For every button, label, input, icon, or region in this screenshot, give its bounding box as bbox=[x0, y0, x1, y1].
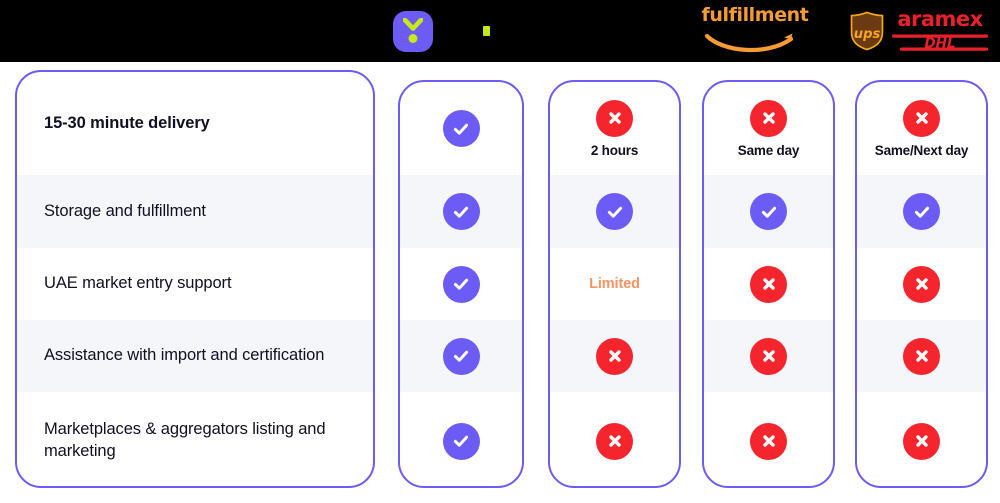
feature-label: UAE market entry support bbox=[44, 274, 232, 293]
value-cell bbox=[400, 175, 522, 248]
value-cell bbox=[857, 248, 986, 320]
cross-icon bbox=[903, 422, 940, 460]
amazon-fulfillment-logo: fulfillment bbox=[690, 0, 820, 62]
check-icon bbox=[442, 110, 480, 147]
value-cell bbox=[857, 392, 986, 486]
cross-icon bbox=[750, 99, 787, 137]
svg-text:DHL: DHL bbox=[924, 35, 955, 51]
carriers-column: Same/Next day bbox=[855, 80, 988, 488]
cross-icon bbox=[903, 265, 940, 303]
feature-row-3: UAE market entry support bbox=[17, 248, 373, 320]
cross-icon bbox=[596, 337, 633, 375]
value-cell bbox=[704, 175, 833, 248]
feature-label: 15-30 minute delivery bbox=[44, 113, 210, 132]
dhl-wordmark-icon: DHL bbox=[892, 34, 988, 51]
cross-icon bbox=[750, 265, 787, 303]
brand-v-icon bbox=[403, 17, 423, 31]
partial-column: 2 hours Limited bbox=[548, 80, 681, 488]
value-cell bbox=[400, 248, 522, 320]
check-icon bbox=[750, 193, 787, 230]
value-cell bbox=[550, 392, 679, 486]
cross-icon bbox=[903, 337, 940, 375]
value-cell bbox=[704, 248, 833, 320]
value-cell bbox=[704, 320, 833, 392]
logo-header-band: fulfillment ups aramex DHL bbox=[0, 0, 1000, 62]
amazon-column: Same day bbox=[702, 80, 835, 488]
check-icon bbox=[442, 193, 480, 230]
carrier-logos: ups aramex DHL bbox=[845, 0, 995, 62]
cross-icon bbox=[750, 422, 787, 460]
cross-icon bbox=[903, 99, 940, 137]
feature-label: Storage and fulfillment bbox=[44, 201, 206, 220]
check-icon bbox=[442, 265, 480, 303]
check-icon bbox=[442, 422, 480, 460]
comparison-table-screenshot: fulfillment ups aramex DHL 15-30 minute … bbox=[0, 0, 1000, 503]
value-cell bbox=[400, 392, 522, 486]
value-cell bbox=[400, 320, 522, 392]
ups-shield-icon: ups bbox=[850, 11, 884, 51]
value-cell: 2 hours bbox=[550, 82, 679, 175]
cross-icon bbox=[750, 337, 787, 375]
value-note: Limited bbox=[589, 276, 640, 292]
check-icon bbox=[442, 337, 480, 375]
cross-icon bbox=[596, 99, 633, 137]
feature-row-2: Storage and fulfillment bbox=[17, 175, 373, 248]
brand-dot-icon bbox=[408, 33, 418, 43]
value-cell: Same day bbox=[704, 82, 833, 175]
value-note: Same/Next day bbox=[874, 142, 969, 158]
feature-row-4: Assistance with import and certification bbox=[17, 320, 373, 392]
feature-label-card: 15-30 minute delivery Storage and fulfil… bbox=[15, 70, 375, 488]
value-cell bbox=[857, 320, 986, 392]
aramex-wordmark: aramex bbox=[897, 6, 983, 31]
value-note: 2 hours bbox=[590, 142, 639, 158]
check-icon bbox=[596, 193, 633, 230]
amazon-smile-icon bbox=[705, 33, 794, 52]
partial-logo bbox=[466, 0, 506, 62]
feature-label: Assistance with import and certification bbox=[44, 346, 325, 365]
value-cell bbox=[704, 392, 833, 486]
value-cell bbox=[400, 82, 522, 175]
brand-logo bbox=[380, 0, 446, 62]
amazon-fulfillment-wordmark: fulfillment bbox=[701, 4, 809, 26]
value-note: Same day bbox=[737, 142, 800, 158]
value-cell bbox=[857, 175, 986, 248]
svg-text:ups: ups bbox=[854, 27, 881, 42]
value-cell: Limited bbox=[550, 248, 679, 320]
cross-icon bbox=[596, 422, 633, 460]
value-cell bbox=[550, 175, 679, 248]
brand-column bbox=[398, 80, 524, 488]
feature-row-5: Marketplaces & aggregators listing and m… bbox=[17, 392, 373, 486]
value-cell: Same/Next day bbox=[857, 82, 986, 175]
feature-label: Marketplaces & aggregators listing and m… bbox=[44, 420, 326, 460]
brand-mark-icon bbox=[393, 10, 433, 52]
partial-logo-icon bbox=[482, 26, 490, 36]
value-cell bbox=[550, 320, 679, 392]
check-icon bbox=[903, 193, 940, 230]
feature-row-1: 15-30 minute delivery bbox=[17, 72, 373, 175]
